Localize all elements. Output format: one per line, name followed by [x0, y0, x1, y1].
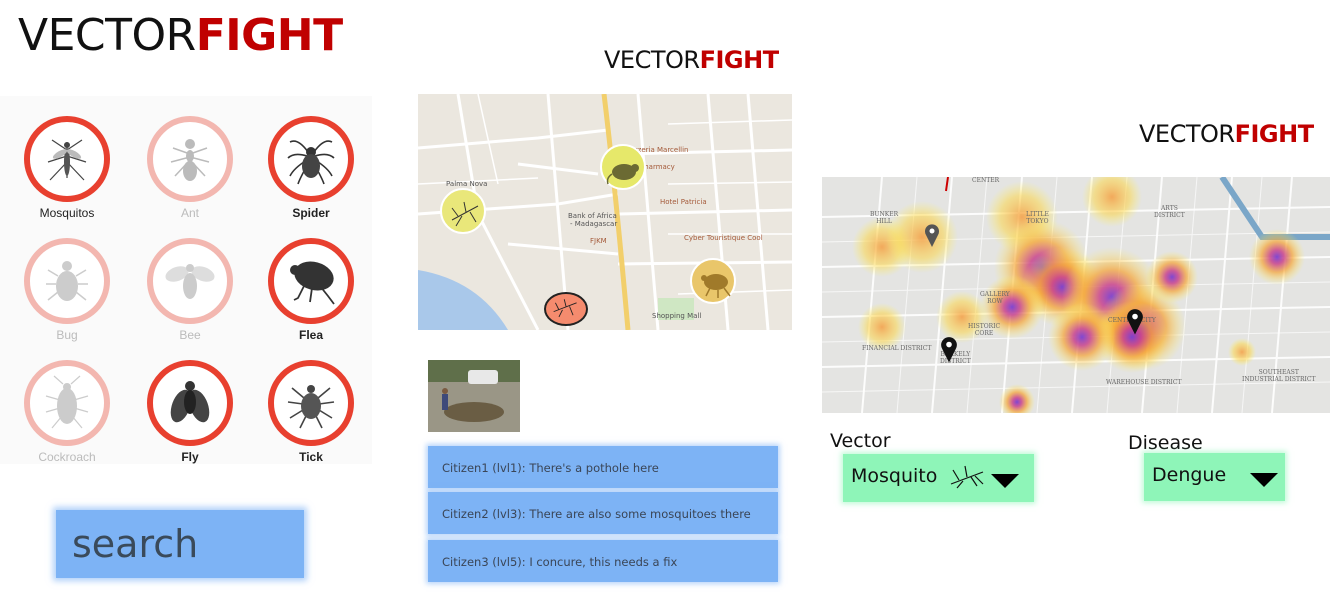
map-label: FINANCIAL DISTRICT: [862, 345, 932, 352]
insect-label: Mosquitos: [39, 206, 95, 220]
vector-selected-value: Mosquito: [851, 465, 938, 487]
app-logo: VECTORFIGHT: [604, 46, 779, 74]
flea-report-marker[interactable]: [690, 258, 736, 304]
insect-option-bee[interactable]: Bee: [133, 226, 243, 346]
flea-icon: [268, 238, 354, 324]
disease-selected-value: Dengue: [1152, 464, 1227, 486]
insect-option-ant[interactable]: Ant: [133, 104, 243, 224]
insect-option-mosquitos[interactable]: Mosquitos: [10, 104, 120, 224]
logo-part-vector: VECTOR: [604, 46, 700, 74]
comment-item: Citizen1 (lvl1): There's a pothole here: [428, 446, 778, 488]
logo-part-vector: VECTOR: [1139, 120, 1235, 148]
app-logo: VECTORFIGHT: [18, 10, 343, 61]
bug-icon: [24, 238, 110, 324]
map-label: WAREHOUSE DISTRICT: [1106, 379, 1182, 386]
insect-label: Tick: [299, 450, 323, 464]
logo-part-fight: FIGHT: [699, 46, 779, 74]
comment-item: Citizen3 (lvl5): I concure, this needs a…: [428, 540, 778, 582]
rodent-report-marker[interactable]: [600, 144, 646, 190]
vector-filter-label: Vector: [830, 430, 891, 452]
insect-option-flea[interactable]: Flea: [254, 226, 364, 346]
mosquito-icon: [950, 465, 984, 489]
map-label: Palma Nova: [446, 180, 488, 188]
insect-grid: Mosquitos Ant Spider Bug Bee Flea Cockro…: [0, 96, 372, 464]
map-label: Cyber Touristique Cool: [684, 234, 763, 242]
logo-part-vector: VECTOR: [18, 10, 196, 61]
report-map[interactable]: Palma Nova Pizzeria Marcellin Pharmacy B…: [418, 94, 792, 330]
insect-option-fly[interactable]: Fly: [133, 348, 243, 468]
disease-dropdown[interactable]: Dengue: [1144, 453, 1285, 501]
vector-dropdown[interactable]: Mosquito: [843, 454, 1034, 502]
map-pin-icon[interactable]: [940, 335, 958, 363]
map-label: Hotel Patricia: [660, 198, 707, 206]
speech-bubble-marker[interactable]: [544, 292, 588, 326]
insect-label: Bee: [179, 328, 201, 342]
insect-option-bug[interactable]: Bug: [10, 226, 120, 346]
logo-part-fight: FIGHT: [1234, 120, 1314, 148]
insect-label: Fly: [181, 450, 199, 464]
bee-icon: [147, 238, 233, 324]
map-label: ARTS DISTRICT: [1154, 205, 1185, 219]
map-label: Bank of Africa: [568, 212, 617, 220]
mosquito-report-marker[interactable]: [440, 188, 486, 234]
tick-icon: [268, 360, 354, 446]
map-label: SOUTHEAST INDUSTRIAL DISTRICT: [1242, 369, 1316, 383]
report-photo[interactable]: [428, 360, 520, 432]
cockroach-icon: [24, 360, 110, 446]
app-logo: VECTORFIGHT: [1139, 120, 1314, 148]
mosquito-icon: [24, 116, 110, 202]
map-label: - Madagascar: [570, 220, 618, 228]
insect-label: Bug: [56, 328, 78, 342]
map-label: LITTLE TOKYO: [1026, 211, 1049, 225]
search-input[interactable]: search: [56, 510, 304, 578]
insect-label: Ant: [180, 206, 199, 220]
insect-option-spider[interactable]: Spider: [254, 104, 364, 224]
search-placeholder: search: [72, 522, 199, 566]
insect-option-tick[interactable]: Tick: [254, 348, 364, 468]
comment-item: Citizen2 (lvl3): There are also some mos…: [428, 492, 778, 534]
map-label: FJKM: [590, 237, 607, 245]
logo-part-fight: FIGHT: [195, 10, 343, 61]
spider-icon: [268, 116, 354, 202]
insect-label: Spider: [292, 206, 330, 220]
map-pin-icon[interactable]: [1126, 307, 1144, 335]
insect-label: Cockroach: [38, 450, 96, 464]
heatmap[interactable]: BUNKER HILL LITTLE TOKYO ARTS DISTRICT G…: [822, 177, 1330, 413]
insect-label: Flea: [298, 328, 323, 342]
chevron-down-icon: [1250, 473, 1278, 487]
chevron-down-icon: [991, 474, 1019, 488]
map-label: BUNKER HILL: [870, 211, 899, 225]
map-label: Shopping Mall: [652, 312, 702, 320]
map-label: GALLERY ROW: [980, 291, 1010, 305]
map-label: CENTER: [972, 177, 1000, 184]
map-label: HISTORIC CORE: [968, 323, 1001, 337]
fly-icon: [147, 360, 233, 446]
insect-option-cockroach[interactable]: Cockroach: [10, 348, 120, 468]
disease-filter-label: Disease: [1128, 432, 1203, 454]
map-pin-icon[interactable]: [924, 223, 940, 247]
ant-icon: [147, 116, 233, 202]
